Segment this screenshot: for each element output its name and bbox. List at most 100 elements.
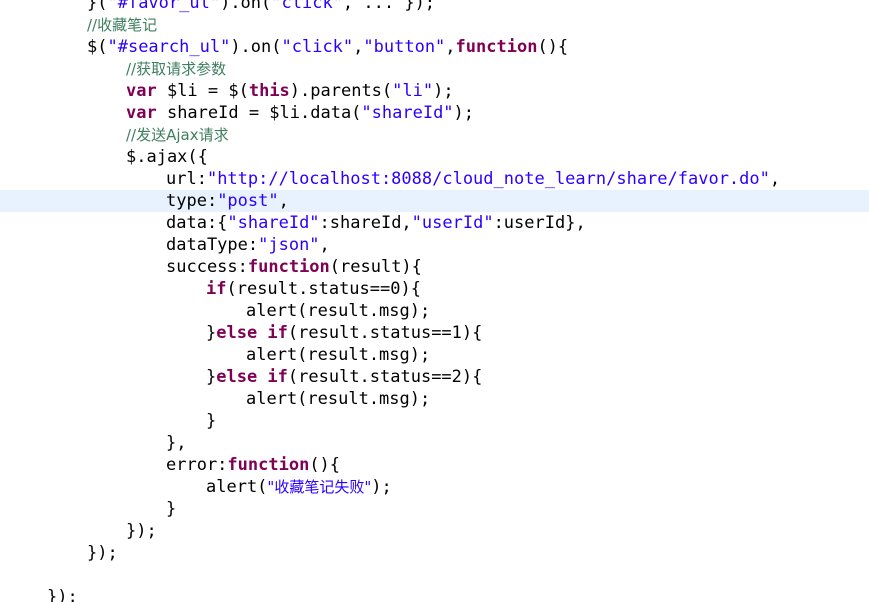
code-text: } xyxy=(166,498,176,520)
code-token: success: xyxy=(166,257,248,277)
code-line: } xyxy=(0,498,869,520)
code-token: data:{ xyxy=(166,213,228,233)
string-token: "shareId" xyxy=(361,103,454,123)
code-text: alert(result.msg); xyxy=(246,300,430,322)
code-token: , xyxy=(445,37,456,57)
code-token: :userId}, xyxy=(493,213,586,233)
code-token: $.ajax({ xyxy=(126,147,208,167)
code-token: alert(result.msg); xyxy=(246,301,431,321)
code-token: (result.status==2){ xyxy=(287,367,483,387)
string-token: "post" xyxy=(217,191,279,211)
code-text: success:function(result){ xyxy=(166,256,422,278)
keyword-token: function xyxy=(227,455,310,475)
code-token: }); xyxy=(87,543,118,563)
code-token: url: xyxy=(166,169,207,189)
code-text: }); xyxy=(87,542,118,564)
code-token: error: xyxy=(166,455,228,475)
keyword-token: function xyxy=(247,257,330,277)
code-token: , xyxy=(319,235,330,255)
code-text: }); xyxy=(47,586,78,602)
string-token: "#favor_ul" xyxy=(107,0,221,13)
code-token: (result){ xyxy=(329,257,422,277)
code-token: (){ xyxy=(309,455,341,475)
keyword-token: var xyxy=(126,81,157,101)
string-token: "userId" xyxy=(411,213,494,233)
code-token: , xyxy=(278,191,289,211)
code-line: url:"http://localhost:8088/cloud_note_le… xyxy=(0,168,869,190)
code-line: //获取请求参数 xyxy=(0,58,869,80)
code-line: type:"post", xyxy=(0,190,869,212)
keyword-token: function xyxy=(455,37,538,57)
code-token: :shareId, xyxy=(319,213,412,233)
string-token: "click" xyxy=(281,37,354,57)
keyword-token: this xyxy=(248,81,290,101)
code-line: var $li = $(this).parents("li"); xyxy=(0,80,869,102)
code-editor[interactable]: }("#favor_ul").on("click", ... }); //收藏笔… xyxy=(0,0,869,602)
code-line: success:function(result){ xyxy=(0,256,869,278)
code-line: $("#search_ul").on("click","button",func… xyxy=(0,36,869,58)
code-line: } xyxy=(0,410,869,432)
code-token: alert(result.msg); xyxy=(246,345,431,365)
code-token: }, xyxy=(166,433,187,453)
code-text: //收藏笔记 xyxy=(87,14,157,36)
string-token: "json" xyxy=(258,235,320,255)
code-token: ).parents( xyxy=(289,81,393,101)
code-token: , ... }); xyxy=(342,0,436,13)
code-token: ).on( xyxy=(230,37,282,57)
code-text: }, xyxy=(166,432,186,454)
string-token: "click" xyxy=(271,0,343,13)
string-token: "收藏笔记失败" xyxy=(267,478,372,496)
code-line: }else if(result.status==2){ xyxy=(0,366,869,388)
code-token: , xyxy=(769,169,781,189)
code-text: }else if(result.status==2){ xyxy=(206,366,482,388)
code-text: }("#favor_ul").on("click", ... }); xyxy=(87,0,435,14)
code-line: }, xyxy=(0,432,869,454)
code-text: alert(result.msg); xyxy=(246,344,430,366)
code-text: } xyxy=(206,410,216,432)
keyword-token: if xyxy=(206,279,227,299)
code-token: (result.status==0){ xyxy=(226,279,421,299)
code-text: type:"post", xyxy=(166,190,289,212)
code-text: error:function(){ xyxy=(166,454,340,476)
code-line: }else if(result.status==1){ xyxy=(0,322,869,344)
code-line: }("#favor_ul").on("click", ... }); xyxy=(0,0,869,14)
code-token: } xyxy=(206,411,217,431)
code-text: var $li = $(this).parents("li"); xyxy=(126,80,454,102)
code-line: if(result.status==0){ xyxy=(0,278,869,300)
code-line: error:function(){ xyxy=(0,454,869,476)
code-token: alert(result.msg); xyxy=(246,389,431,409)
keyword-token: else if xyxy=(216,367,288,387)
code-token: shareId = $li.data( xyxy=(156,103,362,123)
code-line: //发送Ajax请求 xyxy=(0,124,869,146)
string-token: "li" xyxy=(392,81,434,101)
code-line: }); xyxy=(0,520,869,542)
code-text: url:"http://localhost:8088/cloud_note_le… xyxy=(166,168,780,190)
keyword-token: else if xyxy=(216,323,288,343)
code-token: $li = $( xyxy=(156,81,249,101)
code-text: }else if(result.status==1){ xyxy=(206,322,482,344)
code-text: var shareId = $li.data("shareId"); xyxy=(126,102,474,124)
code-text: //发送Ajax请求 xyxy=(126,124,229,146)
code-token: }); xyxy=(47,587,78,602)
code-line: }); xyxy=(0,586,869,602)
code-line: }); xyxy=(0,542,869,564)
code-token: alert( xyxy=(206,477,268,497)
code-token: type: xyxy=(166,191,218,211)
code-token: } xyxy=(206,323,217,343)
code-text: alert(result.msg); xyxy=(246,388,430,410)
code-text: }); xyxy=(126,520,157,542)
code-line: alert(result.msg); xyxy=(0,388,869,410)
code-line: alert("收藏笔记失败"); xyxy=(0,476,869,498)
comment-token: //收藏笔记 xyxy=(87,16,158,34)
code-token: }); xyxy=(126,521,157,541)
code-token: ).on( xyxy=(220,0,272,13)
code-token: (){ xyxy=(537,37,569,57)
code-token: , xyxy=(353,37,364,57)
string-token: "#search_ul" xyxy=(107,37,231,57)
code-line: dataType:"json", xyxy=(0,234,869,256)
code-token: ); xyxy=(453,103,475,123)
code-line: //收藏笔记 xyxy=(0,14,869,36)
comment-token: //发送Ajax请求 xyxy=(126,126,229,144)
code-token: dataType: xyxy=(166,235,259,255)
